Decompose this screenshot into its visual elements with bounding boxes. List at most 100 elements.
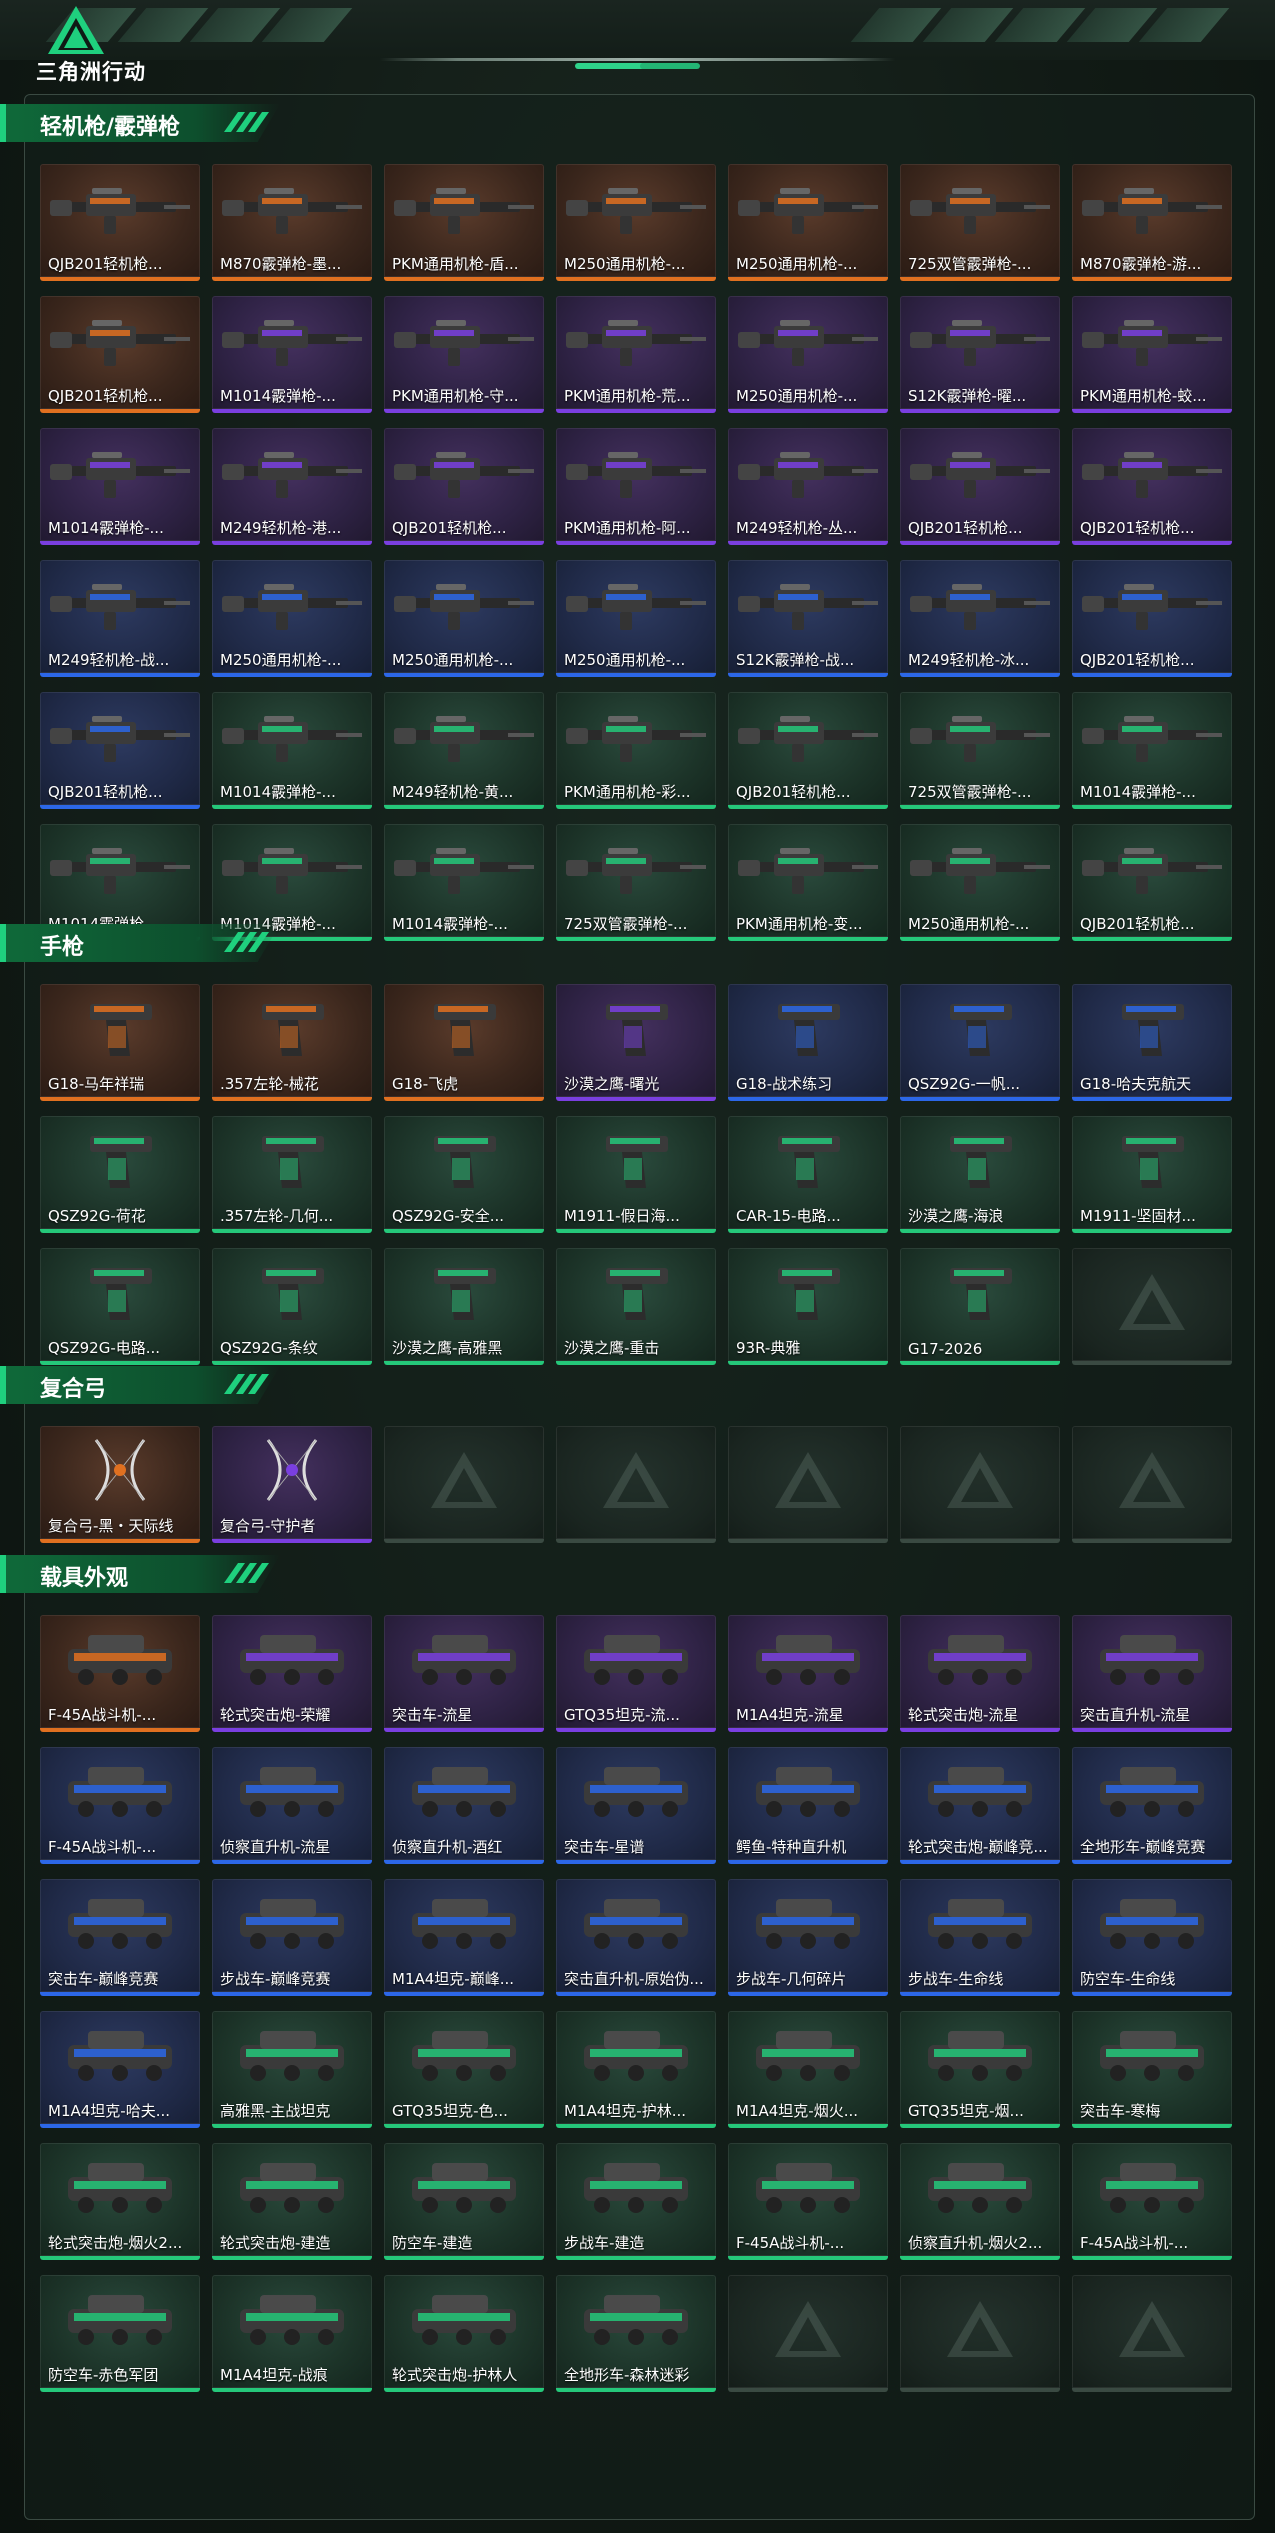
pistol-skin-card[interactable]: QSZ92G-条纹 [212,1248,372,1365]
gun-skin-card[interactable]: PKM通用机枪-荒... [556,296,716,413]
gun-skin-card[interactable]: M249轻机枪-黄... [384,692,544,809]
vehicle-skin-card[interactable]: M1A4坦克-烟火... [728,2011,888,2128]
pistol-skin-card[interactable]: 沙漠之鹰-曙光 [556,984,716,1101]
gun-skin-card[interactable]: M870霰弹枪-游... [1072,164,1232,281]
vehicle-skin-card[interactable]: F-45A战斗机-... [40,1747,200,1864]
vehicle-skin-card[interactable]: 突击车-流星 [384,1615,544,1732]
pistol-skin-card[interactable]: G18-马年祥瑞 [40,984,200,1101]
gun-skin-card[interactable]: QJB201轻机枪... [1072,824,1232,941]
vehicle-skin-card[interactable]: 步战车-几何碎片 [728,1879,888,1996]
gun-skin-card[interactable]: 725双管霰弹枪-... [900,692,1060,809]
gun-skin-card[interactable]: S12K霰弹枪-战... [728,560,888,677]
vehicle-skin-card[interactable]: M1A4坦克-护林... [556,2011,716,2128]
vehicle-skin-card[interactable]: 突击车-巅峰竞赛 [40,1879,200,1996]
vehicle-skin-card[interactable]: 步战车-建造 [556,2143,716,2260]
vehicle-skin-card[interactable]: 全地形车-森林迷彩 [556,2275,716,2392]
vehicle-skin-card[interactable]: 轮式突击炮-烟火2... [40,2143,200,2260]
vehicle-skin-card[interactable]: 突击车-星谱 [556,1747,716,1864]
vehicle-skin-card[interactable]: M1A4坦克-战痕 [212,2275,372,2392]
gun-skin-card[interactable]: QJB201轻机枪... [1072,560,1232,677]
vehicle-skin-card[interactable]: 突击直升机-原始伪... [556,1879,716,1996]
gun-skin-card[interactable]: M1014霰弹枪-... [212,824,372,941]
vehicle-skin-card[interactable]: F-45A战斗机-... [40,1615,200,1732]
vehicle-skin-card[interactable]: 步战车-生命线 [900,1879,1060,1996]
pistol-skin-card[interactable]: G18-哈夫克航天 [1072,984,1232,1101]
pistol-skin-card[interactable]: .357左轮-械花 [212,984,372,1101]
vehicle-skin-card[interactable]: 轮式突击炮-巅峰竞... [900,1747,1060,1864]
vehicle-skin-card[interactable]: 高雅黑-主战坦克 [212,2011,372,2128]
gun-skin-card[interactable]: M250通用机枪-... [900,824,1060,941]
pistol-skin-card[interactable]: G18-战术练习 [728,984,888,1101]
vehicle-skin-card[interactable]: M1A4坦克-流星 [728,1615,888,1732]
vehicle-skin-card[interactable]: 侦察直升机-烟火2... [900,2143,1060,2260]
gun-skin-card[interactable]: PKM通用机枪-彩... [556,692,716,809]
gun-skin-card[interactable]: QJB201轻机枪... [40,296,200,413]
vehicle-skin-card[interactable]: 轮式突击炮-流星 [900,1615,1060,1732]
gun-skin-card[interactable]: M1014霰弹枪-... [40,824,200,941]
gun-skin-card[interactable]: M250通用机枪-... [728,296,888,413]
gun-skin-card[interactable]: S12K霰弹枪-曜... [900,296,1060,413]
gun-skin-card[interactable]: M1014霰弹枪-... [384,824,544,941]
vehicle-skin-card[interactable]: 轮式突击炮-护林人 [384,2275,544,2392]
gun-skin-card[interactable]: M249轻机枪-丛... [728,428,888,545]
vehicle-skin-card[interactable]: 鳄鱼-特种直升机 [728,1747,888,1864]
gun-skin-card[interactable]: PKM通用机枪-阿... [556,428,716,545]
vehicle-skin-card[interactable]: GTQ35坦克-烟... [900,2011,1060,2128]
gun-skin-card[interactable]: QJB201轻机枪... [384,428,544,545]
pistol-skin-card[interactable]: 93R-典雅 [728,1248,888,1365]
pistol-skin-card[interactable]: .357左轮-几何... [212,1116,372,1233]
gun-skin-card[interactable]: 725双管霰弹枪-... [556,824,716,941]
gun-skin-card[interactable]: M249轻机枪-战... [40,560,200,677]
pistol-skin-card[interactable]: QSZ92G-荷花 [40,1116,200,1233]
pistol-skin-card[interactable]: CAR-15-电路... [728,1116,888,1233]
vehicle-skin-card[interactable]: GTQ35坦克-色... [384,2011,544,2128]
vehicle-skin-card[interactable]: F-45A战斗机-... [1072,2143,1232,2260]
gun-skin-card[interactable]: M1014霰弹枪-... [1072,692,1232,809]
gun-skin-card[interactable]: M1014霰弹枪-... [40,428,200,545]
gun-skin-card[interactable]: M249轻机枪-港... [212,428,372,545]
pistol-skin-card[interactable]: M1911-坚固材... [1072,1116,1232,1233]
gun-skin-card[interactable]: PKM通用机枪-守... [384,296,544,413]
gun-skin-card[interactable]: QJB201轻机枪... [1072,428,1232,545]
vehicle-skin-card[interactable]: 侦察直升机-酒红 [384,1747,544,1864]
gun-skin-card[interactable]: 725双管霰弹枪-... [900,164,1060,281]
gun-skin-card[interactable]: PKM通用机枪-变... [728,824,888,941]
gun-skin-card[interactable]: M1014霰弹枪-... [212,692,372,809]
vehicle-skin-card[interactable]: 轮式突击炮-建造 [212,2143,372,2260]
pistol-skin-card[interactable]: QSZ92G-安全... [384,1116,544,1233]
bow-skin-card[interactable]: 复合弓-黑・天际线 [40,1426,200,1543]
vehicle-skin-card[interactable]: 突击车-寒梅 [1072,2011,1232,2128]
pistol-skin-card[interactable]: 沙漠之鹰-海浪 [900,1116,1060,1233]
vehicle-skin-card[interactable]: 全地形车-巅峰竞赛 [1072,1747,1232,1864]
vehicle-skin-card[interactable]: 步战车-巅峰竞赛 [212,1879,372,1996]
gun-skin-card[interactable]: QJB201轻机枪... [900,428,1060,545]
pistol-skin-card[interactable]: G18-飞虎 [384,984,544,1101]
vehicle-skin-card[interactable]: 防空车-生命线 [1072,1879,1232,1996]
vehicle-skin-card[interactable]: F-45A战斗机-... [728,2143,888,2260]
gun-skin-card[interactable]: QJB201轻机枪... [728,692,888,809]
gun-skin-card[interactable]: QJB201轻机枪... [40,692,200,809]
vehicle-skin-card[interactable]: 防空车-建造 [384,2143,544,2260]
vehicle-skin-card[interactable]: 突击直升机-流星 [1072,1615,1232,1732]
pistol-skin-card[interactable]: M1911-假日海... [556,1116,716,1233]
gun-skin-card[interactable]: M870霰弹枪-墨... [212,164,372,281]
bow-skin-card[interactable]: 复合弓-守护者 [212,1426,372,1543]
gun-skin-card[interactable]: M250通用机枪-... [384,560,544,677]
gun-skin-card[interactable]: QJB201轻机枪... [40,164,200,281]
vehicle-skin-card[interactable]: M1A4坦克-巅峰... [384,1879,544,1996]
pistol-skin-card[interactable]: QSZ92G-一帆... [900,984,1060,1101]
gun-skin-card[interactable]: M249轻机枪-冰... [900,560,1060,677]
gun-skin-card[interactable]: M250通用机枪-... [556,560,716,677]
gun-skin-card[interactable]: M250通用机枪-... [728,164,888,281]
gun-skin-card[interactable]: PKM通用机枪-蛟... [1072,296,1232,413]
vehicle-skin-card[interactable]: 侦察直升机-流星 [212,1747,372,1864]
vehicle-skin-card[interactable]: 轮式突击炮-荣耀 [212,1615,372,1732]
vehicle-skin-card[interactable]: M1A4坦克-哈夫... [40,2011,200,2128]
vehicle-skin-card[interactable]: GTQ35坦克-流... [556,1615,716,1732]
gun-skin-card[interactable]: M250通用机枪-... [212,560,372,677]
gun-skin-card[interactable]: M250通用机枪-... [556,164,716,281]
pistol-skin-card[interactable]: 沙漠之鹰-重击 [556,1248,716,1365]
gun-skin-card[interactable]: M1014霰弹枪-... [212,296,372,413]
vehicle-skin-card[interactable]: 防空车-赤色军团 [40,2275,200,2392]
pistol-skin-card[interactable]: QSZ92G-电路... [40,1248,200,1365]
